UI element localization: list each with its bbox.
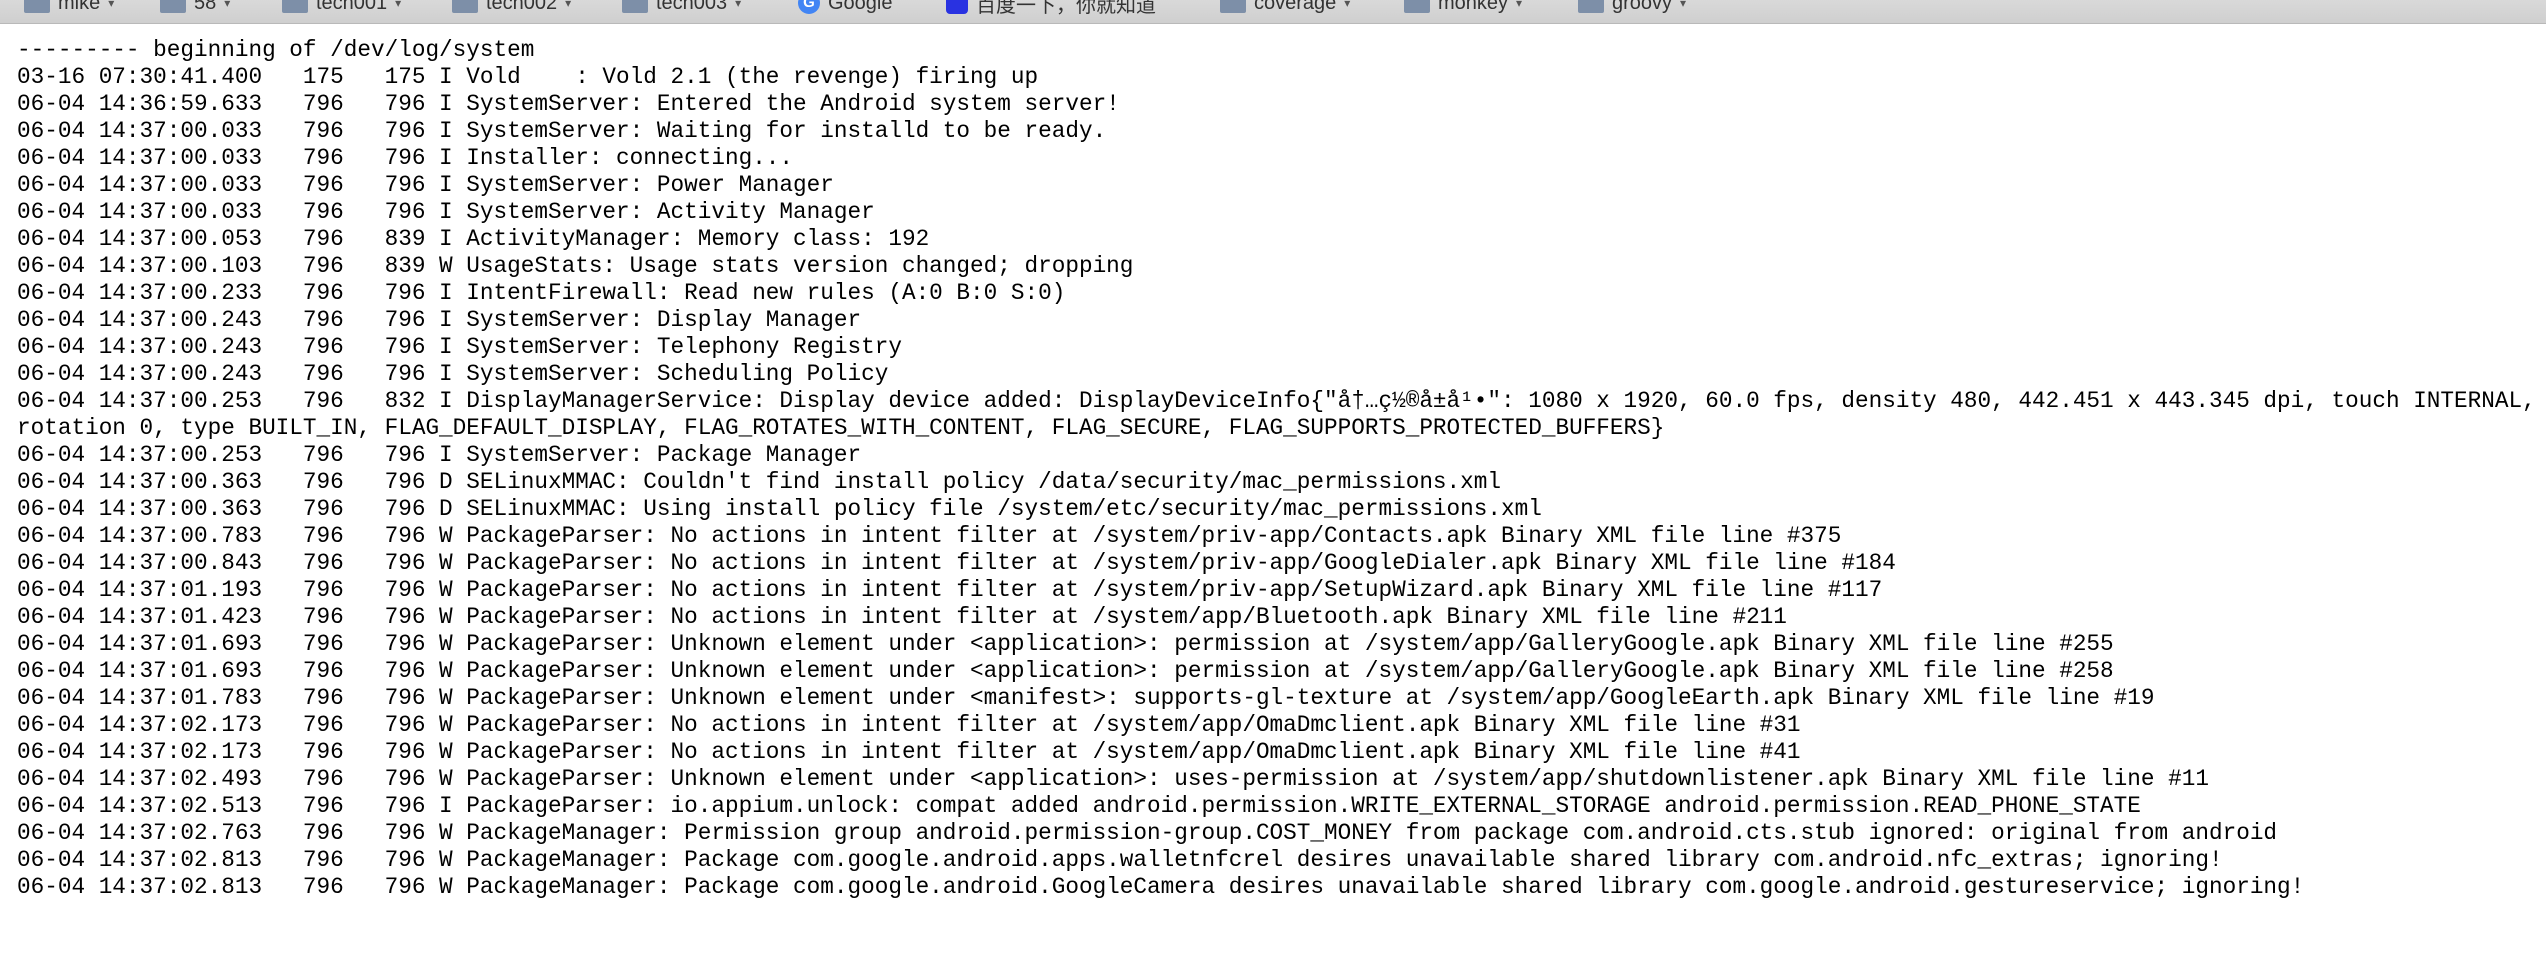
bookmarks-bar: mike ▾ 58 ▾ tech001 ▾ tech002 ▾ tech003 … — [0, 0, 2546, 24]
folder-icon — [1404, 0, 1430, 13]
bookmark-baidu[interactable]: 百度一下，你就知道 — [946, 0, 1156, 18]
chevron-down-icon: ▾ — [1516, 0, 1523, 10]
log-line: 06-04 14:37:00.033 796 796 I SystemServe… — [17, 199, 875, 225]
log-line: 06-04 14:37:00.233 796 796 I IntentFirew… — [17, 280, 1066, 306]
bookmark-label: 58 — [194, 0, 217, 14]
log-line: 06-04 14:37:00.053 796 839 I ActivityMan… — [17, 226, 930, 252]
chevron-down-icon: ▾ — [735, 0, 742, 10]
bookmark-tech002[interactable]: tech002 ▾ — [452, 0, 571, 18]
bookmark-label: tech003 — [656, 0, 728, 14]
log-line: 06-04 14:37:01.693 796 796 W PackagePars… — [17, 658, 2114, 684]
log-line: 06-04 14:37:00.253 796 832 I DisplayMana… — [17, 388, 2536, 441]
log-header: --------- beginning of /dev/log/system — [17, 37, 535, 63]
log-line: 06-04 14:37:01.693 796 796 W PackagePars… — [17, 631, 2114, 657]
log-line: 06-04 14:37:01.423 796 796 W PackagePars… — [17, 604, 1787, 630]
bookmark-label: tech002 — [486, 0, 558, 14]
log-line: 06-04 14:37:02.813 796 796 W PackageMana… — [17, 874, 2305, 900]
log-line: 06-04 14:37:02.173 796 796 W PackagePars… — [17, 739, 1801, 765]
bookmark-monkey[interactable]: monkey ▾ — [1404, 0, 1522, 18]
log-line: 06-04 14:37:02.763 796 796 W PackageMana… — [17, 820, 2278, 846]
bookmark-label: coverage — [1254, 0, 1337, 14]
log-line: 06-04 14:37:00.033 796 796 I SystemServe… — [17, 118, 1107, 144]
chevron-down-icon: ▾ — [108, 0, 115, 10]
chevron-down-icon: ▾ — [1680, 0, 1687, 10]
log-line: 06-04 14:37:02.493 796 796 W PackagePars… — [17, 766, 2209, 792]
log-line: 06-04 14:37:00.363 796 796 D SELinuxMMAC… — [17, 496, 1542, 522]
bookmark-groovy[interactable]: groovy ▾ — [1578, 0, 1686, 18]
bookmark-google[interactable]: G Google — [798, 0, 893, 18]
folder-icon — [622, 0, 648, 13]
chevron-down-icon: ▾ — [224, 0, 231, 10]
chevron-down-icon: ▾ — [1344, 0, 1351, 10]
chevron-down-icon: ▾ — [565, 0, 572, 10]
log-line: 06-04 14:37:00.243 796 796 I SystemServe… — [17, 307, 862, 333]
bookmark-tech001[interactable]: tech001 ▾ — [282, 0, 401, 18]
system-log: --------- beginning of /dev/log/system 03… — [17, 37, 2537, 901]
bookmark-mike[interactable]: mike ▾ — [24, 0, 114, 18]
log-line: 06-04 14:37:00.033 796 796 I Installer: … — [17, 145, 794, 171]
log-line: 06-04 14:37:00.033 796 796 I SystemServe… — [17, 172, 834, 198]
log-line: 06-04 14:37:01.783 796 796 W PackagePars… — [17, 685, 2155, 711]
chevron-down-icon: ▾ — [395, 0, 402, 10]
bookmark-tech003[interactable]: tech003 ▾ — [622, 0, 741, 18]
bookmark-label: tech001 — [316, 0, 388, 14]
folder-icon — [24, 0, 50, 13]
folder-icon — [452, 0, 478, 13]
log-line: 06-04 14:37:00.783 796 796 W PackagePars… — [17, 523, 1842, 549]
folder-icon — [1220, 0, 1246, 13]
bookmark-label: 百度一下，你就知道 — [976, 0, 1156, 17]
log-line: 06-04 14:36:59.633 796 796 I SystemServe… — [17, 91, 1120, 117]
bookmark-label: groovy — [1612, 0, 1673, 14]
google-icon: G — [798, 0, 820, 14]
baidu-icon — [946, 0, 968, 14]
folder-icon — [1578, 0, 1604, 13]
bookmark-label: monkey — [1438, 0, 1509, 14]
log-line: 06-04 14:37:00.103 796 839 W UsageStats:… — [17, 253, 1134, 279]
bookmark-58[interactable]: 58 ▾ — [160, 0, 230, 18]
log-line: 06-04 14:37:00.843 796 796 W PackagePars… — [17, 550, 1896, 576]
log-line: 03-16 07:30:41.400 175 175 I Vold : Vold… — [17, 64, 1039, 90]
log-line: 06-04 14:37:02.173 796 796 W PackagePars… — [17, 712, 1801, 738]
log-line: 06-04 14:37:00.243 796 796 I SystemServe… — [17, 334, 902, 360]
bookmark-coverage[interactable]: coverage ▾ — [1220, 0, 1350, 18]
log-line: 06-04 14:37:01.193 796 796 W PackagePars… — [17, 577, 1883, 603]
folder-icon — [160, 0, 186, 13]
log-line: 06-04 14:37:00.363 796 796 D SELinuxMMAC… — [17, 469, 1502, 495]
log-line: 06-04 14:37:00.253 796 796 I SystemServe… — [17, 442, 862, 468]
log-line: 06-04 14:37:02.813 796 796 W PackageMana… — [17, 847, 2223, 873]
log-line: 06-04 14:37:00.243 796 796 I SystemServe… — [17, 361, 889, 387]
log-line: 06-04 14:37:02.513 796 796 I PackagePars… — [17, 793, 2141, 819]
folder-icon — [282, 0, 308, 13]
bookmark-label: mike — [58, 0, 101, 14]
bookmark-label: Google — [828, 0, 893, 14]
